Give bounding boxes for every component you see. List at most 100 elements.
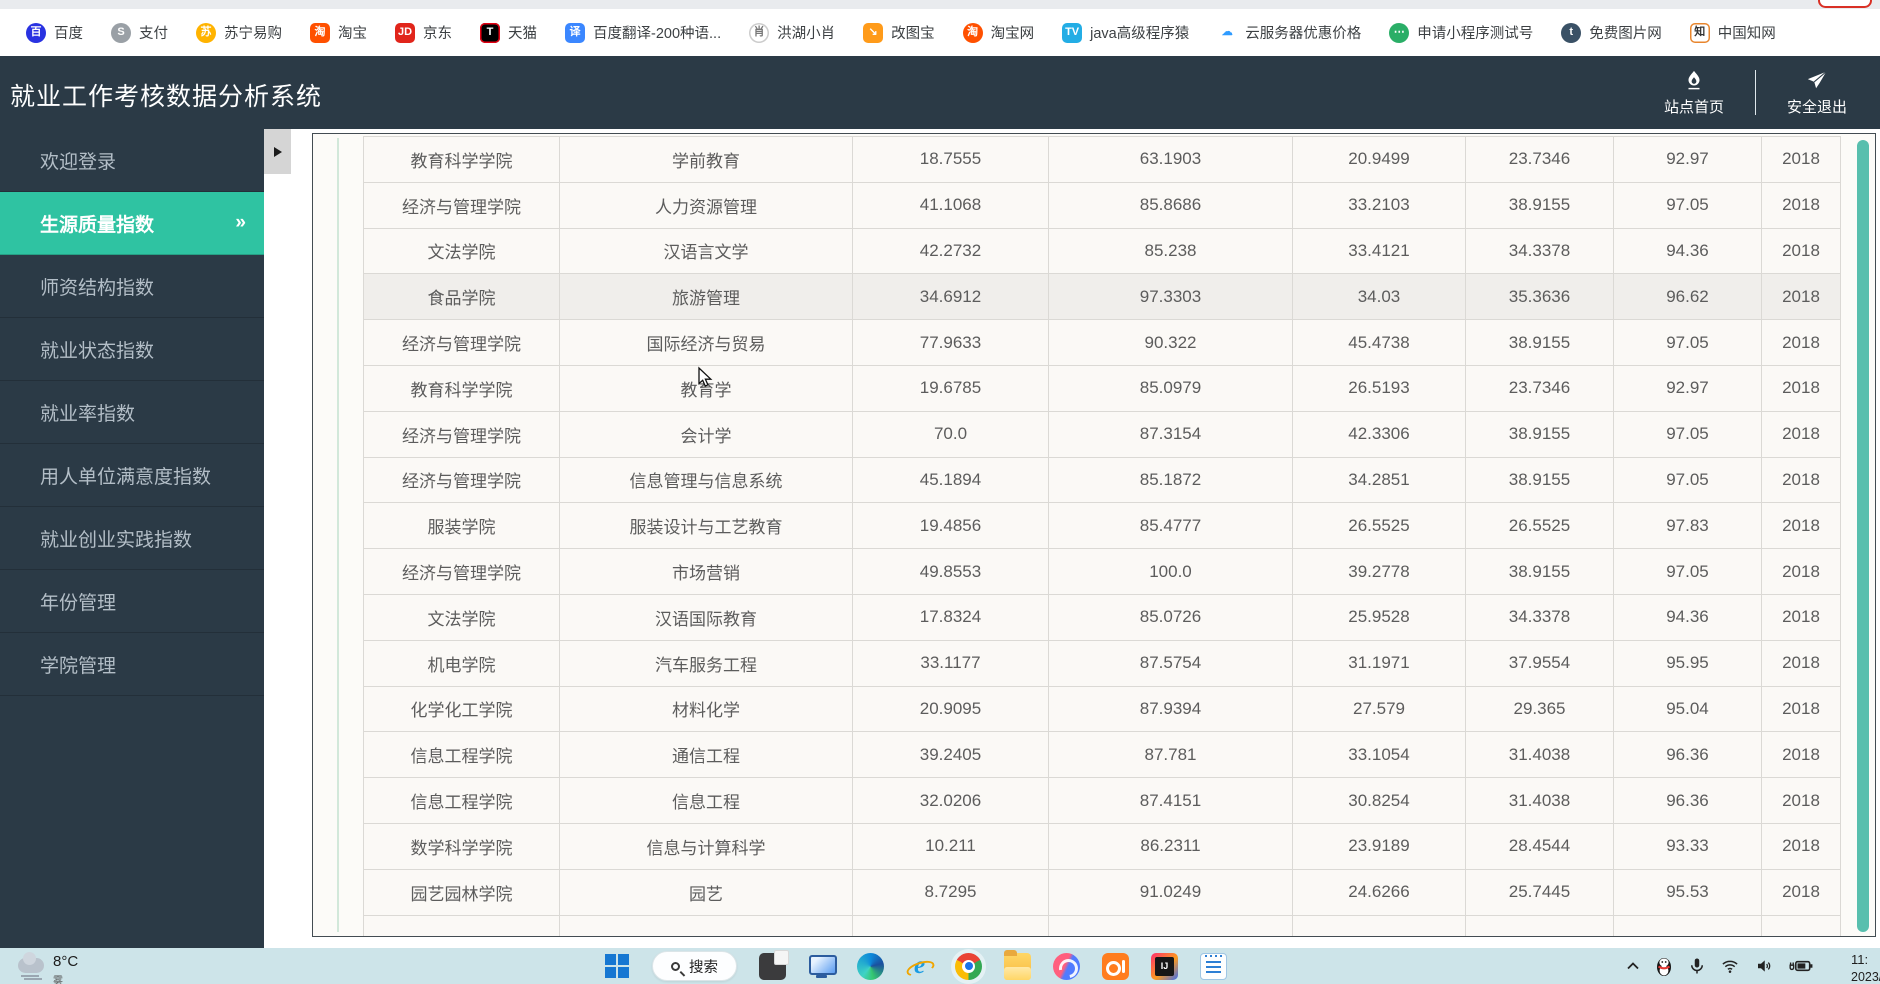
table-cell: 49.8553	[852, 548, 1049, 595]
sidebar-item[interactable]: 用人单位满意度指数	[0, 444, 264, 507]
qq-icon[interactable]	[1654, 955, 1674, 977]
chevron-up-icon[interactable]	[1626, 961, 1640, 971]
pc-manager-icon[interactable]	[808, 953, 837, 980]
logout-label: 安全退出	[1786, 98, 1847, 116]
bookmark-label: 洪湖小肖	[777, 26, 836, 42]
table-cell: 90.322	[1048, 319, 1293, 366]
table-row[interactable]: 教育科学学院 教育学 19.6785 85.0979 26.5193 23.7346 92.…	[363, 364, 1841, 412]
notepad-icon[interactable]	[1200, 952, 1227, 980]
table-cell	[363, 914, 560, 936]
table-row[interactable]: 服装学院 服装设计与工艺教育 19.4856 85.4777 26.5525 26.552…	[363, 502, 1841, 550]
sidebar-collapse-tab[interactable]	[264, 129, 291, 174]
bookmark-item[interactable]: TV java高级程序猿	[1062, 22, 1189, 43]
table-cell: 教育科学学院	[363, 136, 560, 183]
logout-button[interactable]: 安全退出	[1756, 56, 1878, 129]
windows-start-icon[interactable]	[604, 953, 630, 979]
table-cell: 汽车服务工程	[559, 639, 853, 687]
table-cell: 2018	[1761, 548, 1841, 595]
table-row[interactable]: 园艺园林学院 园艺 8.7295 91.0249 24.6266 25.7445 95.53…	[363, 868, 1841, 916]
table-cell: 旅游管理	[559, 273, 853, 321]
bookmark-item[interactable]: 肖洪湖小肖	[749, 22, 835, 43]
bookmark-label: 云服务器优惠价格	[1245, 26, 1362, 42]
taskbar-clock[interactable]: 11: 2023/1	[1851, 952, 1880, 984]
bookmark-item[interactable]: 百百度	[26, 22, 83, 43]
flame-icon	[1688, 70, 1700, 89]
table-cell: 经济与管理学院	[363, 548, 560, 595]
bookmark-item[interactable]: 苏苏宁易购	[196, 22, 282, 43]
paper-plane-icon	[1807, 70, 1827, 88]
sidebar-item[interactable]: 就业状态指数	[0, 318, 264, 381]
site-home-button[interactable]: 站点首页	[1633, 56, 1755, 129]
table-cell: 34.6912	[852, 273, 1049, 321]
screen: 百百度 S 支付 苏苏宁易购 淘淘宝 JD 京东 T 天猫 译百度翻译-200种语... 肖洪湖小肖…	[0, 0, 1880, 984]
table-row[interactable]: 信息工程学院 信息工程 32.0206 87.4151 30.8254 31.4038 96…	[363, 777, 1841, 824]
sidebar-item[interactable]: 师资结构指数	[0, 255, 264, 318]
bookmark-item[interactable]: 知中国知网	[1689, 22, 1776, 43]
table-cell: 33.2103	[1292, 181, 1466, 229]
table-row[interactable]: 数学科学学院 信息与计算科学 10.211 86.2311 23.9189 28.4544…	[363, 822, 1841, 870]
intellij-idea-icon[interactable]	[1151, 952, 1178, 980]
weather-widget[interactable]: 8°C 雾	[18, 950, 78, 984]
sidebar-item[interactable]: 就业创业实践指数	[0, 507, 264, 570]
wifi-icon[interactable]	[1720, 957, 1740, 975]
taskbar-center: 搜索	[604, 948, 1227, 984]
table-row[interactable]: 食品学院 旅游管理 34.6912 97.3303 34.03 35.3636 96.62 2…	[363, 273, 1841, 321]
table-row[interactable]: 经济与管理学院 信息管理与信息系统 45.1894 85.1872 34.2851 38.…	[363, 456, 1841, 504]
table-cell: 34.2851	[1292, 456, 1466, 504]
chrome-icon[interactable]	[955, 952, 982, 980]
sidebar-item[interactable]: 欢迎登录	[0, 129, 264, 192]
table-row[interactable]: 经济与管理学院 国际经济与贸易 77.9633 90.322 45.4738 38.915…	[363, 319, 1841, 366]
bookmark-item[interactable]: JD 京东	[395, 22, 452, 43]
table-row[interactable]: 化学化工学院 材料化学 20.9095 87.9394 27.579 29.365 95.0…	[363, 685, 1841, 733]
sidebar-item[interactable]: 就业率指数	[0, 381, 264, 444]
table-row[interactable]: 经济与管理学院 人力资源管理 41.1068 85.8686 33.2103 38.915…	[363, 181, 1841, 229]
table-cell: 市场营销	[559, 548, 853, 595]
bookmark-item[interactable]: 译百度翻译-200种语...	[565, 22, 721, 43]
bookmark-label: 天猫	[508, 26, 537, 42]
table-row[interactable]: 文法学院 汉语国际教育 17.8324 85.0726 25.9528 34.3378 94…	[363, 593, 1841, 641]
table-row[interactable]: 经济与管理学院 会计学 70.0 87.3154 42.3306 38.9155 97.05…	[363, 410, 1841, 458]
table-row[interactable]: 教育科学学院 学前教育 18.7555 63.1903 20.9499 23.7346 92…	[363, 136, 1841, 183]
sidebar-item-active[interactable]: 生源质量指数 »	[0, 192, 264, 255]
edge-icon[interactable]	[857, 952, 884, 980]
table-row[interactable]: 文法学院 汉语言文学 42.2732 85.238 33.4121 34.3378 94.3…	[363, 227, 1841, 275]
microphone-icon[interactable]	[1688, 956, 1706, 976]
bookmark-item[interactable]: T 天猫	[480, 22, 537, 43]
bookmark-item[interactable]: 淘淘宝网	[962, 22, 1034, 43]
table-cell: 食品学院	[363, 273, 560, 321]
table-scrollbar[interactable]	[1857, 140, 1869, 932]
table-cell: 97.05	[1613, 181, 1762, 229]
bookmark-item[interactable]: S 支付	[111, 22, 168, 43]
office-tool-icon[interactable]	[1102, 952, 1129, 980]
bookmark-item[interactable]: t 免费图片网	[1561, 22, 1662, 43]
app-stack-icon[interactable]	[759, 949, 789, 980]
table-cell: 45.4738	[1292, 319, 1466, 366]
table-row[interactable]: 机电学院 汽车服务工程 33.1177 87.5754 31.1971 37.9554 95…	[363, 639, 1841, 687]
sidebar-item-label: 用人单位满意度指数	[40, 466, 212, 488]
sidebar-item-label: 师资结构指数	[40, 277, 155, 299]
table-row[interactable]: 经济与管理学院 市场营销 49.8553 100.0 39.2778 38.9155 97.…	[363, 548, 1841, 595]
sidebar-item[interactable]: 学院管理	[0, 633, 264, 696]
site-home-label: 站点首页	[1663, 98, 1724, 116]
sidebar-item[interactable]: 年份管理	[0, 570, 264, 633]
table-row[interactable]: 信息工程学院 通信工程 39.2405 87.781 33.1054 31.4038 96.…	[363, 731, 1841, 779]
file-explorer-icon[interactable]	[1004, 949, 1031, 980]
table-cell: 汉语言文学	[559, 227, 853, 275]
table-cell: 2018	[1761, 685, 1841, 733]
table-cell: 86.2311	[1048, 822, 1293, 870]
bookmark-item[interactable]: ⋯ 申请小程序测试号	[1389, 22, 1533, 43]
bookmark-item[interactable]: ↘ 改图宝	[863, 22, 935, 43]
bookmark-item[interactable]: ☁ 云服务器优惠价格	[1217, 22, 1361, 43]
table-cell: 国际经济与贸易	[559, 319, 853, 366]
bookmark-item[interactable]: 淘淘宝	[310, 22, 367, 43]
volume-icon[interactable]	[1754, 957, 1774, 975]
panel-left-accent	[337, 138, 339, 932]
table-cell	[1761, 914, 1841, 936]
taskbar-search[interactable]: 搜索	[652, 951, 737, 981]
battery-icon[interactable]	[1788, 957, 1814, 975]
table-cell: 35.3636	[1465, 273, 1614, 321]
table-cell: 2018	[1761, 227, 1841, 275]
netease-icon[interactable]	[1053, 952, 1080, 980]
table-cell	[1292, 914, 1466, 936]
ie-icon[interactable]	[906, 953, 933, 980]
